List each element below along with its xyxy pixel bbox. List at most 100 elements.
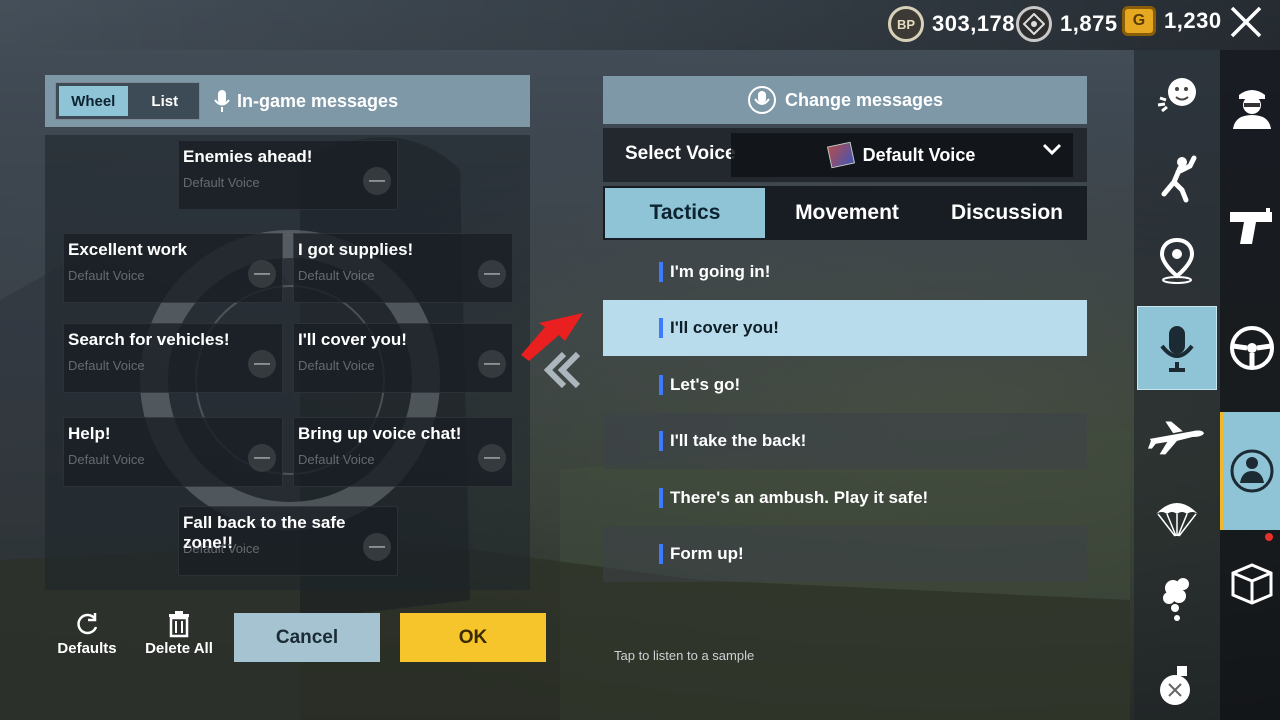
tab-discussion[interactable]: Discussion xyxy=(927,186,1087,240)
remove-icon[interactable]: — xyxy=(363,167,391,195)
parachute-icon[interactable] xyxy=(1148,490,1206,548)
message-item[interactable]: I'll take the back! xyxy=(603,413,1087,469)
in-game-messages-title: In-game messages xyxy=(213,89,398,113)
delete-all-label: Delete All xyxy=(145,640,213,657)
grenade-icon[interactable] xyxy=(1148,656,1206,714)
message-text: There's an ambush. Play it safe! xyxy=(670,488,929,507)
slot-message: Bring up voice chat! xyxy=(298,424,462,443)
chevron-down-icon xyxy=(1041,139,1063,167)
message-marker xyxy=(659,544,663,564)
bp-icon: BP xyxy=(888,6,924,42)
remove-icon[interactable]: — xyxy=(478,350,506,378)
message-marker xyxy=(659,488,663,508)
wheel-slot-6[interactable]: Help! Default Voice — xyxy=(63,417,283,487)
message-text: Let's go! xyxy=(670,375,741,394)
message-category-tabs: Tactics Movement Discussion xyxy=(603,186,1087,240)
change-messages-header: Change messages xyxy=(603,76,1087,124)
steering-wheel-icon[interactable] xyxy=(1224,320,1280,376)
delete-all-button[interactable]: Delete All xyxy=(139,610,219,657)
currency-bar: BP 303,178 1,875 G 1,230 xyxy=(0,0,1280,50)
collapse-chevron-icon[interactable] xyxy=(540,350,584,400)
listen-hint: Tap to listen to a sample xyxy=(614,648,755,663)
slot-voice: Default Voice xyxy=(68,452,145,467)
selected-voice: Default Voice xyxy=(862,144,976,165)
slot-voice: Default Voice xyxy=(298,268,375,283)
change-messages-title: Change messages xyxy=(784,89,944,110)
message-marker xyxy=(659,375,663,395)
gesture-icon[interactable] xyxy=(1148,150,1206,208)
character-icon[interactable] xyxy=(1224,78,1280,134)
wheel-slot-8[interactable]: Fall back to the safe zone!! Default Voi… xyxy=(178,506,398,576)
trash-icon xyxy=(139,610,219,640)
slot-message: Excellent work xyxy=(68,240,188,259)
smoke-icon[interactable] xyxy=(1148,572,1206,630)
map-marker-icon[interactable] xyxy=(1148,232,1206,290)
voice-change-icon xyxy=(747,86,776,114)
close-icon[interactable] xyxy=(1226,4,1266,44)
wheel-slot-7[interactable]: Bring up voice chat! Default Voice — xyxy=(293,417,513,487)
message-item[interactable]: Form up! xyxy=(603,526,1087,582)
message-marker xyxy=(659,431,663,451)
wheel-slot-2[interactable]: Excellent work Default Voice — xyxy=(63,233,283,303)
message-marker xyxy=(659,262,663,282)
ok-button[interactable]: OK xyxy=(400,613,546,662)
message-marker xyxy=(659,318,663,338)
message-text: I'll cover you! xyxy=(670,318,779,337)
emote-icon[interactable] xyxy=(1148,66,1206,124)
wheel-editor-header: Wheel List In-game messages xyxy=(45,75,530,127)
tab-movement[interactable]: Movement xyxy=(767,186,927,240)
message-text: I'll take the back! xyxy=(670,431,807,450)
uc-value: 1,875 xyxy=(1060,11,1118,36)
g-coin-icon: G xyxy=(1122,6,1156,36)
gun-icon[interactable] xyxy=(1224,200,1280,256)
message-text: Form up! xyxy=(670,544,744,563)
slot-message: I'll cover you! xyxy=(298,330,407,349)
remove-icon[interactable]: — xyxy=(248,350,276,378)
g-currency: G 1,230 xyxy=(1122,6,1222,36)
wardrobe-category-nav xyxy=(1220,50,1280,720)
remove-icon[interactable]: — xyxy=(248,444,276,472)
uc-icon xyxy=(1016,6,1052,42)
wheel-slot-3[interactable]: I got supplies! Default Voice — xyxy=(293,233,513,303)
message-item-selected[interactable]: I'll cover you! xyxy=(603,300,1087,356)
message-item[interactable]: There's an ambush. Play it safe! xyxy=(603,470,1087,526)
voice-selector-row: Select Voice Default Voice xyxy=(603,128,1087,182)
in-game-messages-label: In-game messages xyxy=(237,90,399,111)
message-item[interactable]: I'm going in! xyxy=(603,244,1087,300)
wheel-slot-5[interactable]: I'll cover you! Default Voice — xyxy=(293,323,513,393)
wheel-slot-4[interactable]: Search for vehicles! Default Voice — xyxy=(63,323,283,393)
microphone-icon xyxy=(214,90,230,112)
bp-value: 303,178 xyxy=(932,11,1016,36)
plane-icon[interactable] xyxy=(1148,408,1206,466)
character-outfit-icon[interactable] xyxy=(1220,412,1280,530)
crate-icon[interactable] xyxy=(1224,556,1280,612)
remove-icon[interactable]: — xyxy=(478,444,506,472)
slot-message: Enemies ahead! xyxy=(183,147,313,166)
voice-dropdown[interactable]: Default Voice xyxy=(731,133,1073,177)
defaults-button[interactable]: Defaults xyxy=(47,610,127,657)
bp-currency: BP 303,178 xyxy=(888,6,1015,42)
select-voice-label: Select Voice xyxy=(625,143,736,164)
wheel-slot-1[interactable]: Enemies ahead! Default Voice — xyxy=(178,140,398,210)
tab-list[interactable]: List xyxy=(131,83,200,119)
slot-voice: Default Voice xyxy=(298,452,375,467)
remove-icon[interactable]: — xyxy=(363,533,391,561)
microphone-icon[interactable] xyxy=(1137,306,1217,390)
remove-icon[interactable]: — xyxy=(248,260,276,288)
uc-currency: 1,875 xyxy=(1016,6,1118,42)
slot-message: Search for vehicles! xyxy=(68,330,230,349)
g-value: 1,230 xyxy=(1164,8,1222,33)
message-item[interactable]: Let's go! xyxy=(603,357,1087,413)
tab-tactics[interactable]: Tactics xyxy=(605,188,765,238)
slot-voice: Default Voice xyxy=(298,358,375,373)
slot-message: Help! xyxy=(68,424,111,443)
slot-voice: Default Voice xyxy=(68,268,145,283)
message-text: I'm going in! xyxy=(670,262,771,281)
view-toggle: Wheel List xyxy=(55,82,200,120)
message-list: I'm going in! I'll cover you! Let's go! … xyxy=(603,244,1087,586)
slot-message: I got supplies! xyxy=(298,240,414,259)
remove-icon[interactable]: — xyxy=(478,260,506,288)
tab-wheel[interactable]: Wheel xyxy=(59,86,128,116)
defaults-label: Defaults xyxy=(57,640,117,657)
cancel-button[interactable]: Cancel xyxy=(234,613,380,662)
